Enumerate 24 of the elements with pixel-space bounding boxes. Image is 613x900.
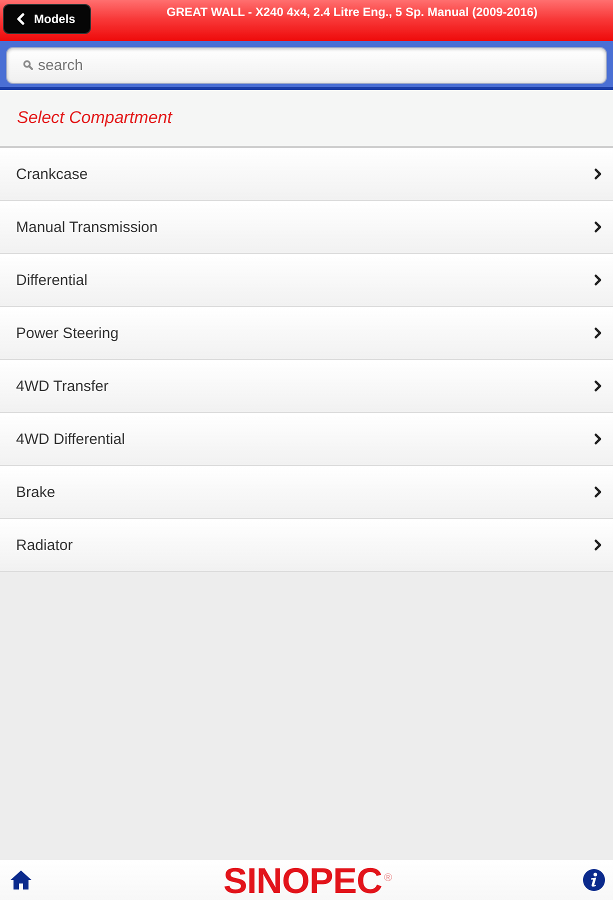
- chevron-right-icon: [594, 486, 602, 498]
- chevron-right-icon: [594, 433, 602, 445]
- back-button[interactable]: Models: [3, 4, 91, 34]
- info-icon[interactable]: [583, 869, 605, 891]
- page-title: GREAT WALL - X240 4x4, 2.4 Litre Eng., 5 Sp. Manual (2009-2016): [165, 4, 538, 20]
- chevron-right-icon: [594, 380, 602, 392]
- chevron-right-icon: [594, 327, 602, 339]
- home-icon[interactable]: [10, 870, 32, 890]
- search-field[interactable]: search: [6, 47, 607, 84]
- compartment-item[interactable]: Differential: [0, 254, 613, 307]
- compartment-item[interactable]: Manual Transmission: [0, 201, 613, 254]
- compartment-item[interactable]: 4WD Transfer: [0, 360, 613, 413]
- logo: SINOPEC$^{®}$: [223, 860, 392, 900]
- chevron-right-icon: [594, 539, 602, 551]
- compartment-item[interactable]: Crankcase: [0, 148, 613, 201]
- chevron-right-icon: [594, 274, 602, 286]
- chevron-right-icon: [594, 221, 602, 233]
- compartment-item[interactable]: Radiator: [0, 519, 613, 572]
- search-icon: [23, 60, 33, 70]
- chevron-right-icon: [594, 168, 602, 180]
- compartment-item[interactable]: Brake: [0, 466, 613, 519]
- section-title: Select Compartment: [17, 108, 172, 128]
- compartment-item[interactable]: Power Steering: [0, 307, 613, 360]
- compartment-item[interactable]: 4WD Differential: [0, 413, 613, 466]
